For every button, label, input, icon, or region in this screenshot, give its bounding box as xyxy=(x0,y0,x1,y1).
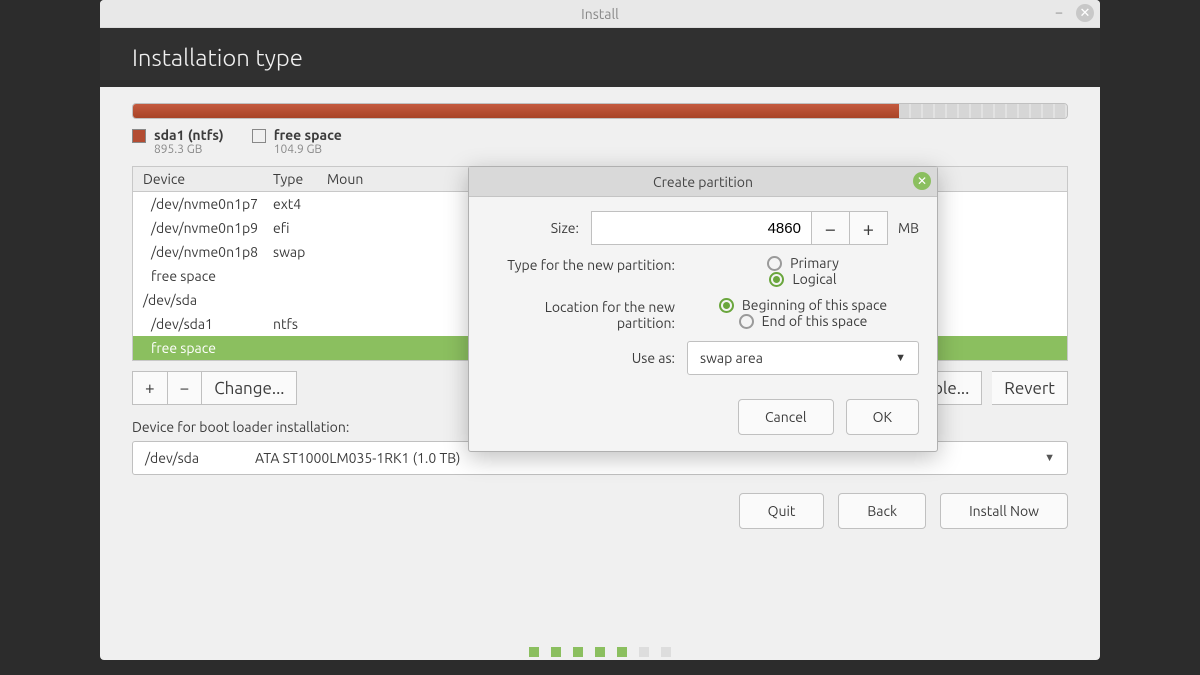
change-partition-button[interactable]: Change... xyxy=(202,371,297,405)
window-title: Install xyxy=(581,6,619,22)
type-label: Type for the new partition: xyxy=(487,255,687,273)
back-button[interactable]: Back xyxy=(838,493,926,529)
page-title: Installation type xyxy=(100,28,1100,87)
legend-swatch-sda1 xyxy=(132,129,146,143)
cancel-button[interactable]: Cancel xyxy=(738,399,834,435)
column-header-type[interactable]: Type xyxy=(263,167,317,191)
chevron-down-icon: ▼ xyxy=(895,352,906,364)
useas-select[interactable]: swap area ▼ xyxy=(687,341,919,375)
radio-end[interactable]: End of this space xyxy=(739,313,868,329)
size-input[interactable] xyxy=(591,211,812,245)
location-label: Location for the new partition: xyxy=(487,297,687,331)
legend-size: 104.9 GB xyxy=(274,143,342,156)
window-titlebar: Install – ✕ xyxy=(100,0,1100,28)
remove-partition-button[interactable]: − xyxy=(168,371,203,405)
close-icon[interactable]: ✕ xyxy=(1076,4,1094,22)
step-indicator xyxy=(0,647,1200,657)
legend-size: 895.3 GB xyxy=(154,143,224,156)
size-increment-button[interactable]: + xyxy=(850,211,888,245)
column-header-device[interactable]: Device xyxy=(133,167,263,191)
legend-swatch-free xyxy=(252,129,266,143)
install-now-button[interactable]: Install Now xyxy=(940,493,1068,529)
radio-beginning[interactable]: Beginning of this space xyxy=(719,297,887,313)
legend-label: sda1 (ntfs) xyxy=(154,127,224,143)
add-partition-button[interactable]: + xyxy=(132,371,168,405)
minimize-icon[interactable]: – xyxy=(1050,4,1068,22)
revert-button[interactable]: Revert xyxy=(992,371,1068,405)
dialog-close-icon[interactable]: ✕ xyxy=(913,172,931,190)
size-label: Size: xyxy=(487,220,591,236)
disk-usage-bar xyxy=(132,103,1068,119)
ok-button[interactable]: OK xyxy=(846,399,919,435)
radio-primary[interactable]: Primary xyxy=(767,255,839,271)
radio-logical[interactable]: Logical xyxy=(769,271,836,287)
useas-label: Use as: xyxy=(487,350,687,366)
chevron-down-icon: ▼ xyxy=(1044,452,1055,464)
partition-legend: sda1 (ntfs) 895.3 GB free space 104.9 GB xyxy=(132,127,1068,156)
quit-button[interactable]: Quit xyxy=(739,493,825,529)
create-partition-dialog: Create partition ✕ Size: − + MB Type for… xyxy=(468,166,938,452)
legend-label: free space xyxy=(274,127,342,143)
size-unit: MB xyxy=(898,220,919,236)
size-decrement-button[interactable]: − xyxy=(812,211,850,245)
dialog-title: Create partition ✕ xyxy=(469,167,937,197)
